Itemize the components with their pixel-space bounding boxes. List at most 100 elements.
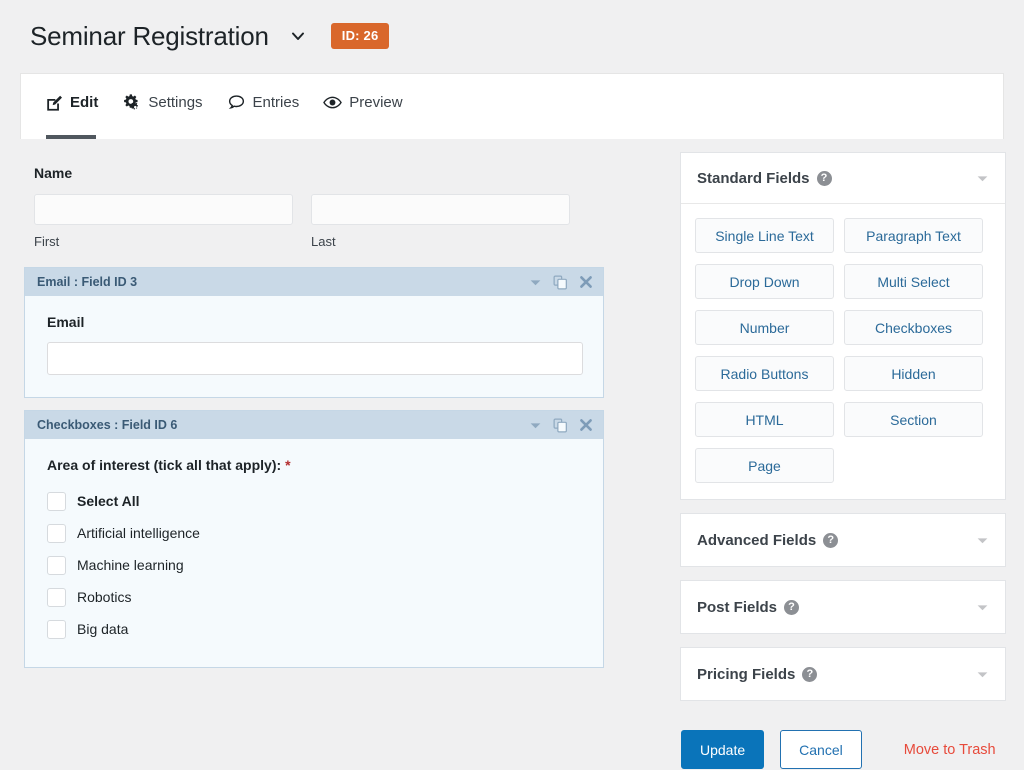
checkbox-input[interactable]	[47, 619, 66, 639]
page-title: Seminar Registration	[30, 21, 269, 51]
tab-entries[interactable]: Entries	[227, 74, 300, 139]
tab-preview-label: Preview	[349, 94, 403, 111]
chevron-down-icon[interactable]	[529, 419, 542, 432]
field-library-sidebar: Standard Fields ? Single Line Text Parag…	[680, 152, 1006, 769]
tab-entries-label: Entries	[252, 94, 300, 111]
checkboxes-field-body: Area of interest (tick all that apply): …	[25, 439, 603, 667]
checkbox-choice-label: Big data	[77, 621, 129, 637]
checkbox-choice-label: Machine learning	[77, 557, 184, 573]
form-field-checkboxes[interactable]: Checkboxes : Field ID 6 Area of interest…	[24, 410, 604, 668]
name-first-column: First	[34, 194, 293, 249]
name-field-label: Name	[34, 165, 73, 181]
field-button-page[interactable]: Page	[695, 448, 834, 483]
cancel-button[interactable]: Cancel	[780, 730, 862, 769]
field-button-single-line-text[interactable]: Single Line Text	[695, 218, 834, 253]
email-field-title: Email : Field ID 3	[37, 275, 138, 289]
email-field-label: Email	[47, 314, 85, 330]
checkbox-choice-select-all[interactable]: Select All	[47, 485, 583, 517]
email-input[interactable]	[47, 342, 583, 375]
update-button[interactable]: Update	[681, 730, 765, 769]
checkbox-input[interactable]	[47, 587, 66, 607]
name-last-column: Last	[311, 194, 570, 249]
checkboxes-label-text: Area of interest (tick all that apply):	[47, 457, 282, 473]
page-header: Seminar Registration ID: 26	[0, 0, 1024, 54]
move-to-trash-link[interactable]: Move to Trash	[904, 742, 996, 758]
field-button-hidden[interactable]: Hidden	[844, 356, 983, 391]
panel-standard-fields-body: Single Line Text Paragraph Text Drop Dow…	[681, 203, 1005, 499]
last-name-sublabel: Last	[311, 234, 336, 249]
tab-settings-label: Settings	[148, 94, 203, 111]
last-name-input[interactable]	[311, 194, 570, 225]
checkbox-input[interactable]	[47, 491, 66, 511]
field-button-section[interactable]: Section	[844, 402, 983, 437]
caret-down-icon[interactable]	[976, 172, 989, 185]
close-icon[interactable]	[579, 418, 593, 432]
chevron-down-icon[interactable]	[529, 276, 542, 289]
form-field-email[interactable]: Email : Field ID 3 Email	[24, 267, 604, 398]
tab-edit[interactable]: Edit	[44, 74, 98, 139]
tab-preview[interactable]: Preview	[323, 74, 403, 139]
caret-down-icon[interactable]	[976, 534, 989, 547]
name-inputs-row: First Last	[34, 194, 594, 249]
form-actions: Update Cancel Move to Trash	[680, 714, 1006, 769]
checkboxes-field-header: Checkboxes : Field ID 6	[25, 411, 603, 439]
panel-pricing-fields: Pricing Fields ?	[680, 647, 1006, 701]
checkboxes-field-label: Area of interest (tick all that apply): …	[47, 457, 583, 473]
help-circle-icon[interactable]: ?	[784, 599, 800, 615]
eye-icon	[323, 93, 343, 112]
checkbox-choice-label: Robotics	[77, 589, 132, 605]
form-field-name[interactable]: Name First Last	[24, 139, 604, 267]
panel-standard-fields-title: Standard Fields	[697, 169, 810, 187]
pencil-square-icon	[44, 93, 63, 112]
form-id-badge: ID: 26	[330, 23, 390, 49]
checkboxes-field-title: Checkboxes : Field ID 6	[37, 418, 178, 432]
panel-pricing-fields-title: Pricing Fields	[697, 665, 796, 683]
checkbox-choice-list: Select All Artificial intelligence Machi…	[47, 485, 583, 645]
email-field-body: Email	[25, 296, 603, 397]
main-area: Name First Last Email : Field ID 3 Email…	[0, 139, 1024, 770]
help-circle-icon[interactable]: ?	[816, 170, 832, 186]
panel-post-fields-header[interactable]: Post Fields ?	[681, 581, 1005, 633]
email-field-tools	[529, 275, 593, 290]
panel-post-fields-title: Post Fields	[697, 598, 778, 616]
form-editor: Name First Last Email : Field ID 3 Email…	[24, 139, 604, 680]
gears-icon	[122, 93, 141, 112]
field-button-checkboxes[interactable]: Checkboxes	[844, 310, 983, 345]
chevron-down-icon[interactable]	[287, 25, 309, 47]
checkbox-choice-1[interactable]: Artificial intelligence	[47, 517, 583, 549]
checkbox-choice-label: Select All	[77, 493, 140, 509]
close-icon[interactable]	[579, 275, 593, 289]
field-button-paragraph-text[interactable]: Paragraph Text	[844, 218, 983, 253]
field-button-radio-buttons[interactable]: Radio Buttons	[695, 356, 834, 391]
field-button-number[interactable]: Number	[695, 310, 834, 345]
tab-settings[interactable]: Settings	[122, 74, 203, 139]
required-marker: *	[285, 457, 291, 473]
tab-list: Edit Settings Entries Preview	[21, 74, 427, 139]
checkbox-choice-label: Artificial intelligence	[77, 525, 200, 541]
speech-bubble-icon	[227, 93, 246, 112]
help-circle-icon[interactable]: ?	[802, 666, 818, 682]
checkbox-choice-2[interactable]: Machine learning	[47, 549, 583, 581]
field-button-drop-down[interactable]: Drop Down	[695, 264, 834, 299]
form-tabbar: Edit Settings Entries Preview	[20, 73, 1004, 139]
checkbox-input[interactable]	[47, 523, 66, 543]
panel-standard-fields-header[interactable]: Standard Fields ?	[681, 153, 1005, 203]
duplicate-icon[interactable]	[553, 275, 568, 290]
field-button-html[interactable]: HTML	[695, 402, 834, 437]
panel-advanced-fields-title: Advanced Fields	[697, 531, 817, 549]
panel-advanced-fields: Advanced Fields ?	[680, 513, 1006, 567]
panel-advanced-fields-header[interactable]: Advanced Fields ?	[681, 514, 1005, 566]
panel-pricing-fields-header[interactable]: Pricing Fields ?	[681, 648, 1005, 700]
caret-down-icon[interactable]	[976, 668, 989, 681]
checkbox-input[interactable]	[47, 555, 66, 575]
checkboxes-field-tools	[529, 418, 593, 433]
checkbox-choice-4[interactable]: Big data	[47, 613, 583, 645]
checkbox-choice-3[interactable]: Robotics	[47, 581, 583, 613]
first-name-sublabel: First	[34, 234, 60, 249]
help-circle-icon[interactable]: ?	[823, 532, 839, 548]
duplicate-icon[interactable]	[553, 418, 568, 433]
field-button-multi-select[interactable]: Multi Select	[844, 264, 983, 299]
email-field-header: Email : Field ID 3	[25, 268, 603, 296]
first-name-input[interactable]	[34, 194, 293, 225]
caret-down-icon[interactable]	[976, 601, 989, 614]
